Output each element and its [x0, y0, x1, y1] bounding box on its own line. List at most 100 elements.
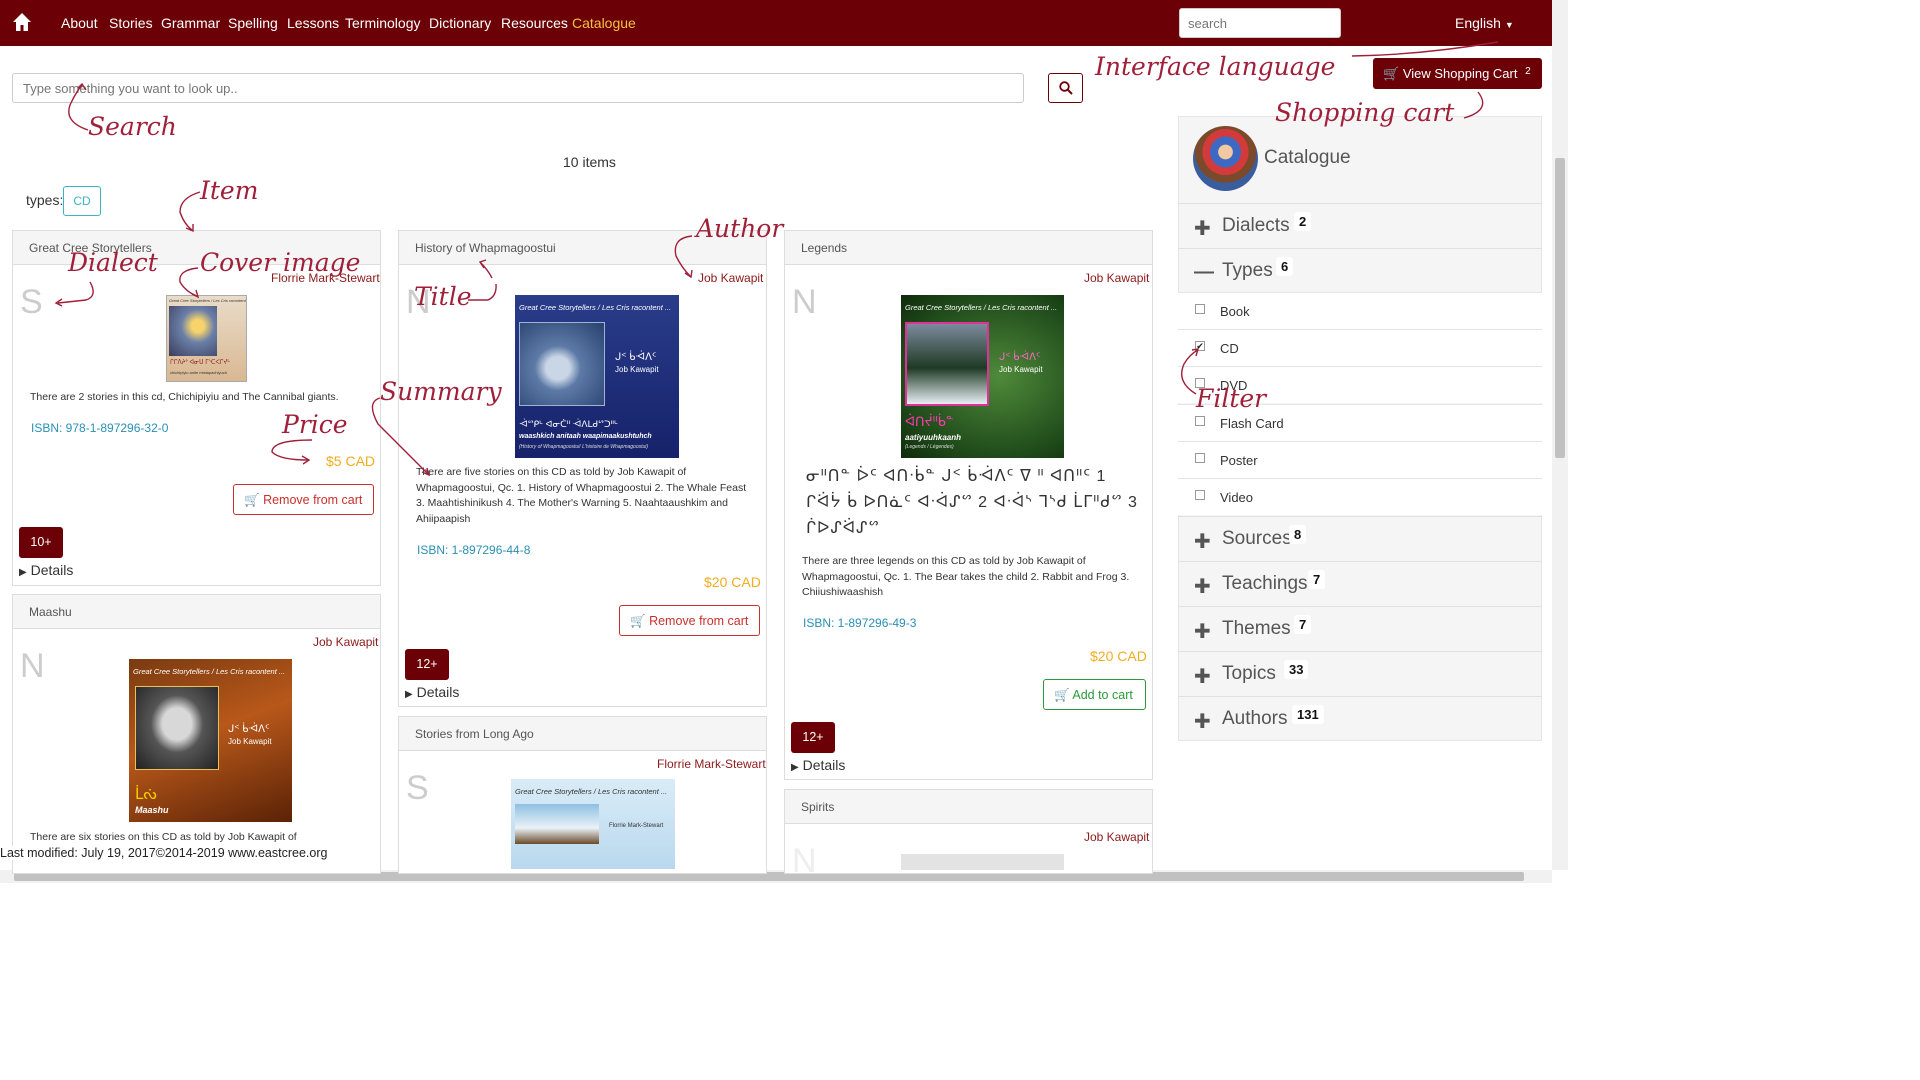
cover-subtitle: (History of Whapmagoostui/ L'histoire de…	[519, 444, 649, 450]
annotation-summary: Summary	[380, 377, 502, 406]
sidebar-title: Catalogue	[1264, 147, 1351, 168]
item-dialect: N	[792, 283, 817, 321]
details-toggle[interactable]: ▶ Details	[19, 562, 73, 578]
search-button[interactable]	[1048, 73, 1083, 103]
facet-label: Themes	[1222, 618, 1291, 639]
cover-text: Great Cree Storytellers / Les Cris racon…	[133, 667, 286, 676]
item-author[interactable]: Job Kawapit	[1084, 830, 1149, 844]
cover-portrait	[135, 686, 219, 770]
view-shopping-cart-button[interactable]: 🛒 View Shopping Cart 2	[1373, 58, 1542, 89]
facet-themes[interactable]: ✚ Themes 7	[1178, 606, 1542, 651]
filter-poster[interactable]: Poster	[1178, 441, 1542, 478]
item-isbn[interactable]: ISBN: 1-897296-49-3	[803, 616, 916, 630]
plus-icon: ✚	[1194, 576, 1211, 598]
checkbox[interactable]	[1195, 416, 1205, 426]
cover-author: Job Kawapit	[615, 365, 659, 374]
language-dropdown[interactable]: English ▼	[1455, 15, 1514, 31]
filter-label: Video	[1220, 490, 1254, 505]
item-title: Legends	[785, 231, 1152, 265]
nav-about[interactable]: About	[61, 15, 98, 31]
checkbox[interactable]	[1195, 304, 1205, 314]
triangle-right-icon: ▶	[791, 762, 799, 773]
cart-icon: 🛒	[244, 493, 260, 507]
button-label: Add to cart	[1072, 688, 1133, 702]
annotation-shopping-cart: Shopping cart	[1275, 98, 1455, 127]
item-price: $20 CAD	[1090, 648, 1147, 664]
facet-dialects[interactable]: ✚ Dialects 2	[1178, 203, 1542, 248]
add-to-cart-button[interactable]: 🛒 Add to cart	[1043, 679, 1146, 710]
search-icon	[1059, 81, 1073, 95]
nav-terminology[interactable]: Terminology	[345, 15, 420, 31]
nav-lessons[interactable]: Lessons	[287, 15, 339, 31]
plus-icon: ✚	[1194, 711, 1211, 733]
nav-grammar[interactable]: Grammar	[161, 15, 220, 31]
cart-icon: 🛒	[630, 614, 646, 628]
item-dialect: N	[792, 842, 817, 880]
facet-sources[interactable]: ✚ Sources 8	[1178, 516, 1542, 561]
annotation-title: Title	[414, 282, 472, 311]
cover-image[interactable]: Great Cree Storytellers / Les Cris racon…	[511, 779, 675, 869]
cover-text: Great Cree Storytellers / Les Cris racon…	[905, 303, 1058, 312]
checkbox-checked[interactable]: ✔	[1195, 341, 1205, 351]
cover-image[interactable]: Great Cree Storytellers / Les Cris racon…	[166, 295, 247, 382]
cover-image[interactable]	[901, 854, 1064, 870]
nav-catalogue[interactable]: Catalogue	[572, 15, 636, 31]
cover-syllabics-top: ᒍᑉ ᑳᐙᐱᑦ	[615, 352, 657, 363]
filter-label: Flash Card	[1220, 416, 1284, 431]
catalogue-search-input[interactable]	[12, 73, 1024, 103]
nav-spelling[interactable]: Spelling	[228, 15, 278, 31]
vertical-scrollbar-thumb[interactable]	[1555, 158, 1565, 458]
cover-text: Great Cree Storytellers / Les Cris racon…	[515, 787, 668, 796]
nav-resources[interactable]: Resources	[501, 15, 568, 31]
cover-image[interactable]: Great Cree Storytellers / Les Cris racon…	[129, 659, 292, 822]
cover-syllabics: ᐋᑎᔫᐦᑳᓐ	[905, 414, 954, 429]
filter-video[interactable]: Video	[1178, 478, 1542, 515]
facet-label: Sources	[1222, 528, 1292, 549]
remove-from-cart-button[interactable]: 🛒 Remove from cart	[619, 605, 760, 636]
annotation-price: Price	[282, 410, 348, 439]
item-author[interactable]: Florrie Mark-Stewart	[657, 757, 766, 771]
cover-image[interactable]: Great Cree Storytellers / Les Cris racon…	[515, 295, 679, 458]
filter-book[interactable]: Book	[1178, 292, 1542, 329]
nav-dictionary[interactable]: Dictionary	[429, 15, 491, 31]
checkbox[interactable]	[1195, 490, 1205, 500]
plus-icon: ✚	[1194, 621, 1211, 643]
nav-search-input[interactable]	[1179, 8, 1341, 38]
details-toggle[interactable]: ▶ Details	[405, 684, 459, 700]
facet-teachings[interactable]: ✚ Teachings 7	[1178, 561, 1542, 606]
cover-syllabics: ᒫᔔ	[135, 786, 157, 803]
cover-latin: aatiyuuhkaanh	[905, 433, 962, 442]
item-isbn[interactable]: ISBN: 1-897296-44-8	[417, 543, 530, 557]
cover-text: Great Cree Storytellers / Les Cris racon…	[169, 298, 246, 303]
item-author[interactable]: Job Kawapit	[698, 271, 763, 285]
facet-topics[interactable]: ✚ Topics 33	[1178, 651, 1542, 696]
item-author[interactable]: Job Kawapit	[313, 635, 378, 649]
details-label: Details	[802, 757, 846, 773]
button-label: Remove from cart	[263, 493, 363, 507]
cover-image[interactable]: Great Cree Storytellers / Les Cris racon…	[901, 295, 1064, 458]
filter-cd[interactable]: ✔ CD	[1178, 329, 1542, 366]
type-filter-chip-cd[interactable]: CD	[63, 186, 101, 216]
footer: Last modified: July 19, 2017©2014-2019 w…	[0, 846, 328, 860]
facet-authors[interactable]: ✚ Authors 131	[1178, 696, 1542, 741]
details-label: Details	[30, 562, 74, 578]
age-badge: 12+	[791, 722, 835, 753]
item-author[interactable]: Job Kawapit	[1084, 271, 1149, 285]
item-price: $5 CAD	[326, 453, 376, 469]
language-label: English	[1455, 15, 1501, 31]
button-label: Remove from cart	[649, 614, 749, 628]
remove-from-cart-button[interactable]: 🛒 Remove from cart	[233, 484, 374, 515]
annotation-interface-language: Interface language	[1095, 52, 1336, 81]
item-isbn[interactable]: ISBN: 978-1-897296-32-0	[31, 421, 168, 435]
item-price: $20 CAD	[704, 574, 761, 590]
facet-types[interactable]: — Types 6	[1178, 248, 1542, 292]
plus-icon: ✚	[1194, 218, 1211, 240]
details-toggle[interactable]: ▶ Details	[791, 757, 845, 773]
item-summary: There are six stories on this CD as told…	[30, 831, 297, 843]
home-icon[interactable]	[12, 12, 32, 32]
cover-author: Florrie Mark-Stewart	[609, 823, 664, 829]
triangle-right-icon: ▶	[19, 567, 27, 578]
details-label: Details	[416, 684, 460, 700]
nav-stories[interactable]: Stories	[109, 15, 153, 31]
checkbox[interactable]	[1195, 453, 1205, 463]
